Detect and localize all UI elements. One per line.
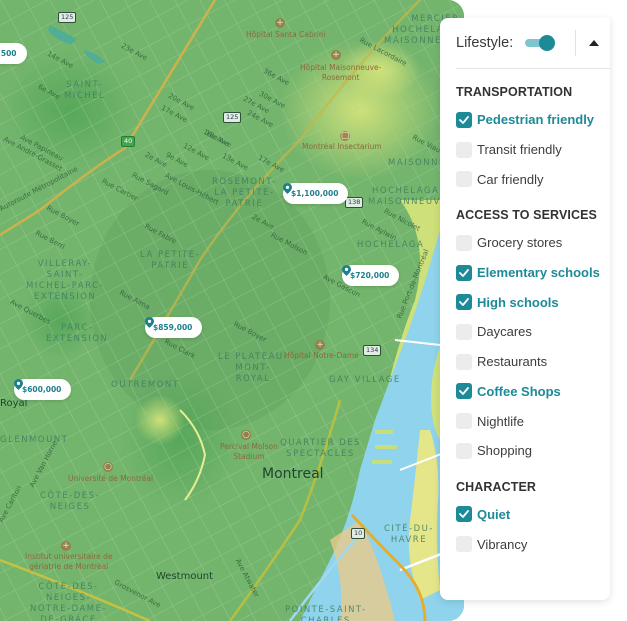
location-pin-icon [145,317,154,328]
checkbox[interactable] [456,353,472,370]
filter-option-pedestrian-friendly[interactable]: Pedestrian friendly [456,105,610,135]
price-pin[interactable]: $859,000 [145,317,203,338]
filter-option-shopping[interactable]: Shopping [456,436,610,466]
option-label: Restaurants [477,354,548,370]
option-label: Coffee Shops [477,383,561,399]
section-title: TRANSPORTATION [456,85,573,99]
panel-header: Lifestyle: [456,18,610,69]
filter-option-quiet[interactable]: Quiet [456,500,610,530]
filter-option-vibrancy[interactable]: Vibrancy [456,529,610,559]
checkbox[interactable] [456,323,472,340]
filter-option-nightlife[interactable]: Nightlife [456,406,610,436]
checkbox[interactable] [456,536,472,553]
checkbox[interactable] [456,383,472,400]
filter-option-transit-friendly[interactable]: Transit friendly [456,135,610,165]
option-label: Grocery stores [477,235,563,251]
route-shield: 138 [345,197,364,208]
hospital-icon: + [315,340,325,350]
option-label: Pedestrian friendly [477,112,595,128]
caret-up-icon [589,40,600,46]
location-pin-icon [283,183,292,194]
checkbox[interactable] [456,111,472,128]
option-label: Elementary schools [477,265,600,281]
price-label: $859,000 [153,323,193,332]
option-label: Transit friendly [477,142,562,158]
option-label: Car friendly [477,171,544,187]
university-icon: ○ [103,462,113,472]
price-label: $600,000 [22,385,62,394]
header-divider [575,30,577,56]
lifestyle-toggle[interactable] [525,35,556,51]
checkmark-icon [459,298,469,307]
checkbox[interactable] [456,234,472,251]
section-title: CHARACTER [456,479,537,494]
filter-option-car-friendly[interactable]: Car friendly [456,164,610,194]
option-label: Shopping [477,443,532,459]
filter-sections: TRANSPORTATION Pedestrian friendly Transit… [456,85,610,559]
filter-option-grocery-stores[interactable]: Grocery stores [456,228,610,258]
location-pin-icon [342,265,351,276]
collapse-button[interactable] [582,31,606,55]
route-shield: 125 [58,12,77,23]
attraction-icon: ▢ [340,131,350,141]
option-label: Vibrancy [477,536,528,552]
price-label: $1,100,000 [291,189,339,198]
filter-option-restaurants[interactable]: Restaurants [456,347,610,377]
checkbox[interactable] [456,264,472,281]
price-label: ,500 [0,49,17,58]
option-label: Daycares [477,324,532,340]
price-pin[interactable]: ,500 [0,43,27,64]
section-title: ACCESS TO SERVICES [456,208,597,223]
option-label: Nightlife [477,413,524,429]
checkmark-icon [459,268,469,277]
map-base [0,0,464,621]
filter-option-high-schools[interactable]: High schools [456,287,610,317]
filter-option-daycares[interactable]: Daycares [456,317,610,347]
checkbox[interactable] [456,294,472,311]
location-pin-icon [14,379,23,390]
checkbox[interactable] [456,506,472,523]
checkmark-icon [459,115,469,124]
filter-option-elementary-schools[interactable]: Elementary schools [456,258,610,288]
checkbox[interactable] [456,171,472,188]
option-label: Quiet [477,506,511,522]
checkbox[interactable] [456,413,472,430]
checkmark-icon [459,510,469,519]
route-shield: 40 [121,136,136,147]
route-shield: 125 [223,112,242,123]
price-label: $720,000 [350,271,390,280]
checkbox[interactable] [456,442,472,459]
route-shield: 134 [363,345,382,356]
route-shield: 10 [351,528,366,539]
heatmap-map[interactable]: SAINT- MICHEL MERCIER- HOCHELAGA- MAISONNEU… [0,0,464,621]
price-pin[interactable]: $720,000 [342,265,400,286]
checkmark-icon [459,387,469,396]
hospital-icon: + [331,50,341,60]
checkbox[interactable] [456,141,472,158]
stadium-icon: ○ [241,430,251,440]
filter-option-coffee-shops[interactable]: Coffee Shops [456,377,610,407]
panel-title: Lifestyle: [456,35,514,51]
option-label: High schools [477,294,559,310]
price-pin[interactable]: $1,100,000 [283,183,349,204]
hospital-icon: + [275,18,285,28]
hospital-icon: + [61,541,71,551]
price-pin[interactable]: $600,000 [14,379,72,400]
lifestyle-filter-panel: Lifestyle: TRANSPORTATION Pedestrian frie… [440,18,610,600]
